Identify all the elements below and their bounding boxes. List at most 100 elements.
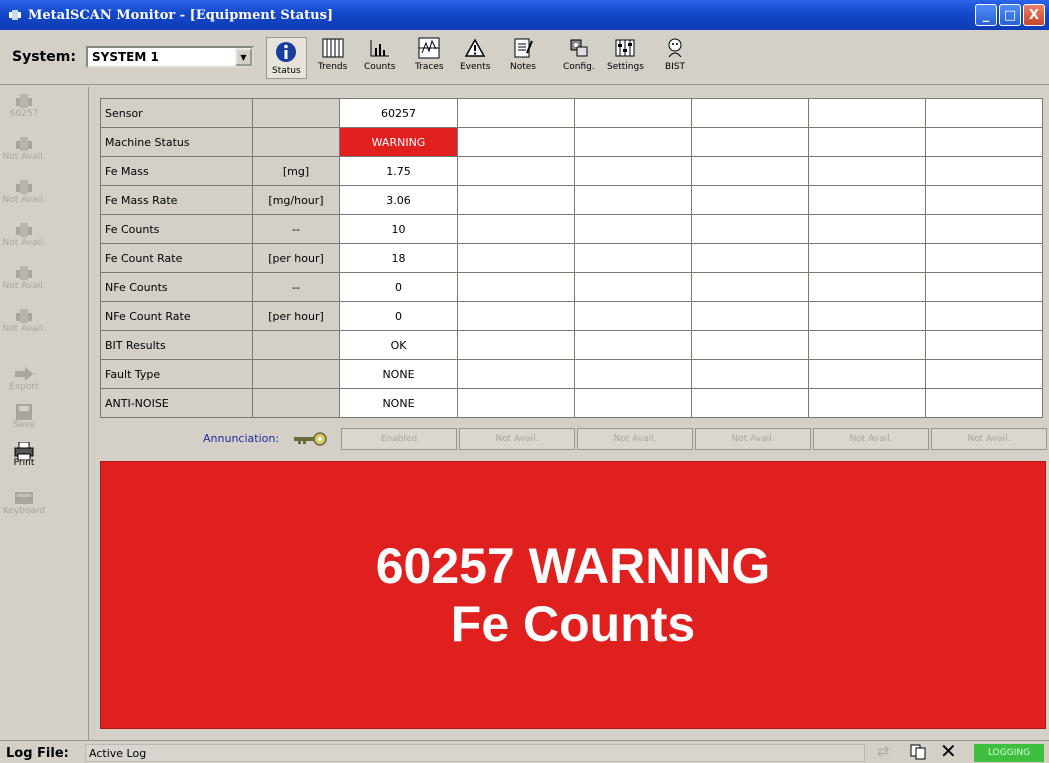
bist-icon bbox=[664, 34, 686, 62]
status-row-empty-cell bbox=[925, 359, 1043, 389]
status-row-unit: -- bbox=[252, 214, 340, 244]
toolbar-counts-button[interactable]: Counts bbox=[364, 34, 395, 72]
app-icon bbox=[8, 9, 22, 21]
annunciation-enabled-button[interactable]: Enabled bbox=[341, 428, 457, 450]
save-icon bbox=[14, 404, 34, 420]
annunciation-channel-6-button[interactable]: Not Avail. bbox=[931, 428, 1047, 450]
status-row-name: ANTI-NOISE bbox=[100, 388, 253, 418]
status-row-empty-cell bbox=[691, 330, 809, 360]
status-table: Sensor 60257 Machine Status WARNING Fe Mass[… bbox=[100, 98, 1043, 418]
title-bar[interactable]: MetalSCAN Monitor - [Equipment Status] _… bbox=[0, 0, 1049, 30]
logging-indicator: LOGGING bbox=[974, 744, 1044, 762]
status-row-name: BIT Results bbox=[100, 330, 253, 360]
status-row-empty-cell bbox=[574, 272, 692, 302]
status-row: Fe Counts -- 10 bbox=[100, 214, 1043, 244]
toolbar-status-button[interactable]: Status bbox=[266, 37, 307, 79]
close-button[interactable]: X bbox=[1023, 4, 1045, 26]
status-row-empty-cell bbox=[457, 98, 575, 128]
sidebar-save-button[interactable]: Save bbox=[0, 404, 48, 430]
status-row-name: Fe Mass bbox=[100, 156, 253, 186]
window-title: MetalSCAN Monitor - [Equipment Status] bbox=[28, 7, 334, 23]
status-row-empty-cell bbox=[925, 388, 1043, 418]
sensor-icon bbox=[14, 222, 34, 238]
sidebar-item-sensor-60257[interactable]: 60257 bbox=[0, 93, 48, 119]
counts-icon bbox=[369, 34, 391, 62]
status-row-empty-cell bbox=[457, 359, 575, 389]
status-row-name: Fe Mass Rate bbox=[100, 185, 253, 215]
status-row-unit: [mg/hour] bbox=[252, 185, 340, 215]
status-row-empty-cell bbox=[691, 156, 809, 186]
status-row-unit: [mg] bbox=[252, 156, 340, 186]
annunciation-channel-5-button[interactable]: Not Avail. bbox=[813, 428, 929, 450]
sidebar-print-button[interactable]: Print bbox=[0, 441, 48, 468]
status-row-empty-cell bbox=[574, 301, 692, 331]
sidebar-item-sensor-3[interactable]: Not Avail. bbox=[0, 179, 48, 205]
system-select[interactable]: SYSTEM 1 ▼ bbox=[86, 46, 254, 68]
sidebar-item-sensor-2[interactable]: Not Avail. bbox=[0, 136, 48, 162]
settings-icon bbox=[614, 34, 636, 62]
status-row-empty-cell bbox=[457, 185, 575, 215]
status-row-empty-cell bbox=[574, 359, 692, 389]
status-row-empty-cell bbox=[457, 127, 575, 157]
status-row: BIT Results OK bbox=[100, 330, 1043, 360]
sidebar-item-sensor-5[interactable]: Not Avail. bbox=[0, 265, 48, 291]
status-row: Fe Mass Rate [mg/hour] 3.06 bbox=[100, 185, 1043, 215]
system-label: System: bbox=[12, 49, 76, 65]
status-row-empty-cell bbox=[808, 301, 926, 331]
sensor-icon bbox=[14, 179, 34, 195]
status-row-value: 60257 bbox=[339, 98, 458, 128]
status-row-empty-cell bbox=[808, 185, 926, 215]
sidebar-export-button[interactable]: Export bbox=[0, 366, 48, 392]
status-row-empty-cell bbox=[925, 272, 1043, 302]
annunciation-channel-4-button[interactable]: Not Avail. bbox=[695, 428, 811, 450]
sidebar-item-sensor-4[interactable]: Not Avail. bbox=[0, 222, 48, 248]
status-row-empty-cell bbox=[925, 127, 1043, 157]
key-icon[interactable] bbox=[292, 432, 328, 446]
chevron-down-icon[interactable]: ▼ bbox=[235, 48, 252, 66]
minimize-button[interactable]: _ bbox=[975, 4, 997, 26]
status-row-empty-cell bbox=[808, 359, 926, 389]
status-row-empty-cell bbox=[574, 243, 692, 273]
status-row-empty-cell bbox=[574, 214, 692, 244]
sidebar-keyboard-button[interactable]: Keyboard bbox=[0, 490, 48, 516]
status-row-unit bbox=[252, 98, 340, 128]
toolbar-trends-button[interactable]: Trends bbox=[318, 34, 347, 72]
annunciation-channel-2-button[interactable]: Not Avail. bbox=[459, 428, 575, 450]
status-row-name: NFe Count Rate bbox=[100, 301, 253, 331]
status-row-name: Fe Count Rate bbox=[100, 243, 253, 273]
status-row-name: Fe Counts bbox=[100, 214, 253, 244]
status-row-empty-cell bbox=[457, 156, 575, 186]
toolbar-traces-button[interactable]: Traces bbox=[415, 34, 444, 72]
status-row-empty-cell bbox=[574, 156, 692, 186]
alarm-line-1: 60257 WARNING bbox=[375, 538, 771, 594]
printer-icon bbox=[14, 441, 34, 461]
status-row-value: 0 bbox=[339, 301, 458, 331]
toolbar-bist-button[interactable]: BIST bbox=[664, 34, 686, 72]
status-row: NFe Count Rate [per hour] 0 bbox=[100, 301, 1043, 331]
status-row-empty-cell bbox=[925, 214, 1043, 244]
status-row-name: Sensor bbox=[100, 98, 253, 128]
maximize-button[interactable]: □ bbox=[999, 4, 1021, 26]
sensor-sidebar: 60257 Not Avail. Not Avail. Not Avail. N… bbox=[0, 86, 88, 738]
notes-icon bbox=[512, 34, 534, 62]
toolbar-settings-button[interactable]: Settings bbox=[607, 34, 644, 72]
copy-icon[interactable] bbox=[910, 744, 926, 763]
toolbar-notes-button[interactable]: Notes bbox=[510, 34, 536, 72]
alarm-line-2: Fe Counts bbox=[450, 596, 696, 652]
status-row-value: NONE bbox=[339, 388, 458, 418]
annunciation-channel-3-button[interactable]: Not Avail. bbox=[577, 428, 693, 450]
status-row-empty-cell bbox=[691, 388, 809, 418]
status-row: ANTI-NOISE NONE bbox=[100, 388, 1043, 418]
toolbar-config-button[interactable]: Config. bbox=[563, 34, 595, 72]
annunciation-label: Annunciation: bbox=[203, 432, 280, 445]
status-bar: Log File: Active Log ⇄ ✕ LOGGING bbox=[0, 740, 1049, 763]
log-file-value: Active Log bbox=[85, 744, 865, 762]
sidebar-item-sensor-6[interactable]: Not Avail. bbox=[0, 308, 48, 334]
status-row-empty-cell bbox=[457, 330, 575, 360]
config-icon bbox=[568, 34, 590, 62]
network-icon[interactable]: ⇄ bbox=[877, 744, 890, 759]
toolbar-events-button[interactable]: Events bbox=[460, 34, 490, 72]
warning-triangle-icon bbox=[464, 34, 486, 62]
close-x-icon[interactable]: ✕ bbox=[940, 741, 957, 761]
arrow-right-icon bbox=[14, 366, 34, 382]
